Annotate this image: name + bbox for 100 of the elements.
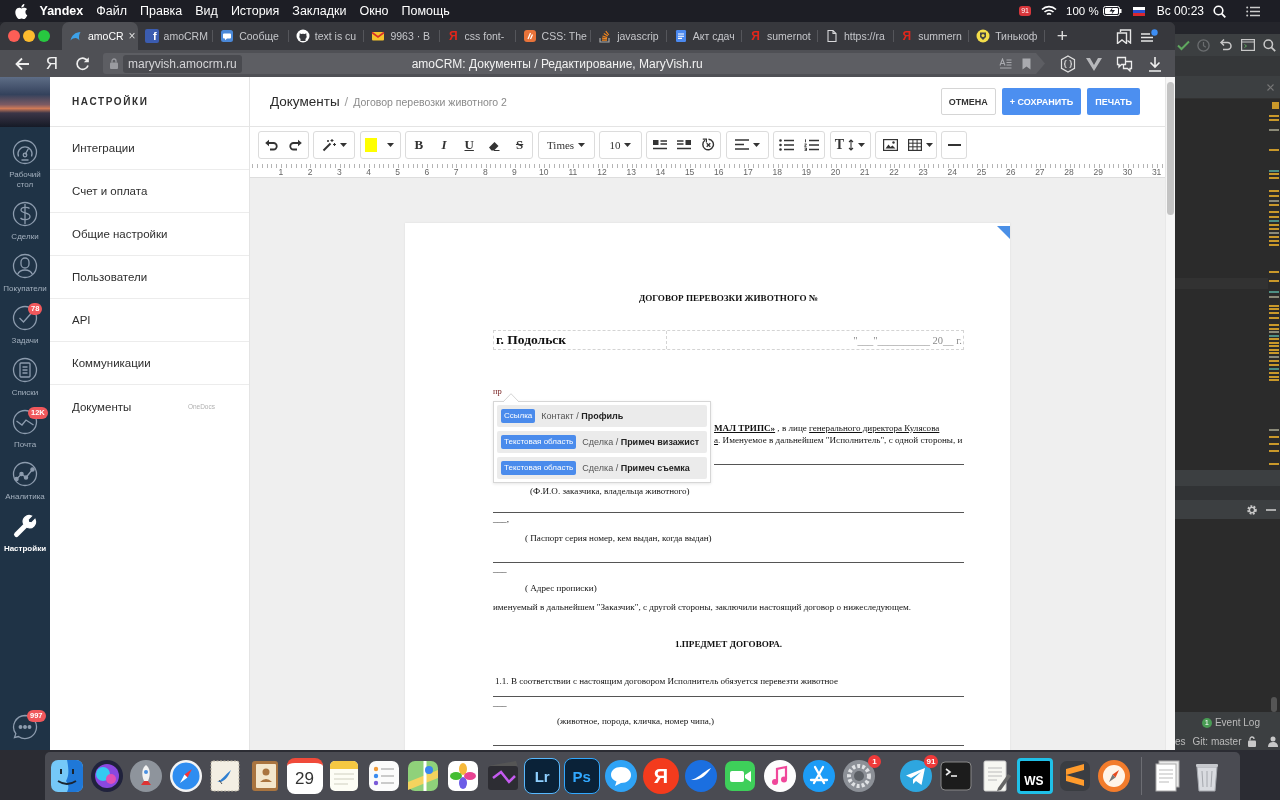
checkmark-icon[interactable] [1177, 39, 1190, 51]
browser-tab[interactable]: Я summern [893, 22, 970, 50]
search-icon[interactable] [1213, 4, 1226, 18]
bookmark-icon[interactable] [1022, 57, 1031, 70]
menu-item[interactable]: Помощь [395, 0, 457, 22]
music-note-icon[interactable] [761, 758, 798, 794]
browser-tab[interactable]: Акт сдач [666, 22, 743, 50]
browser-tab[interactable]: Сообще [213, 22, 289, 50]
minimize-window-button[interactable] [23, 30, 35, 42]
browser-tab[interactable]: 9963 · В [364, 22, 440, 50]
face-tile-icon[interactable] [49, 758, 85, 794]
ruler-number: 7 [453, 167, 459, 177]
browser-tab[interactable]: amoCR × [62, 22, 138, 50]
ruler-number: 10 [538, 167, 549, 177]
cancel-button[interactable]: ОТМЕНА [940, 88, 996, 115]
scrollbar-thumb[interactable] [1271, 697, 1277, 712]
settings-item[interactable]: Коммуникации [50, 342, 249, 385]
browser-tab[interactable]: https://ra [817, 22, 894, 50]
browser-tab[interactable]: Я css font- [439, 22, 516, 50]
font-family-dropdown[interactable]: Times [538, 131, 594, 158]
browser-tab[interactable]: Тинькоф [969, 22, 1045, 50]
field-type-tag: Ссылка [501, 409, 536, 423]
settings-item[interactable]: Общие настройки [50, 213, 249, 256]
menu-icon[interactable] [1140, 28, 1158, 44]
new-tab-button[interactable]: + [1056, 26, 1068, 46]
event-log-link[interactable]: Event Log [1214, 717, 1260, 728]
nav-item[interactable]: Сделки [0, 195, 50, 247]
compass-icon[interactable] [167, 758, 204, 794]
nav-item[interactable]: Списки [0, 351, 50, 403]
menu-item[interactable]: История [224, 0, 286, 22]
browser-tab[interactable]: javascrip [591, 22, 667, 50]
calendar-tile[interactable]: 29 [286, 758, 323, 794]
compass-dial-icon[interactable] [1096, 758, 1133, 794]
text-height-dropdown[interactable]: T [830, 131, 870, 158]
bookmarks-icon[interactable] [1116, 28, 1132, 44]
list-icon[interactable] [1246, 5, 1260, 17]
menu-item[interactable]: Окно [352, 0, 395, 22]
tab-close-button[interactable]: × [128, 29, 136, 43]
terminal-icon[interactable] [938, 758, 975, 794]
letter-tile[interactable]: Lr [524, 758, 561, 794]
battery-icon[interactable] [1102, 6, 1122, 16]
letter-tile[interactable]: WS [1017, 758, 1054, 794]
app-menu[interactable]: Yandex [33, 0, 90, 22]
gear-icon[interactable] [1246, 503, 1258, 516]
bullet-list-icon [779, 138, 795, 151]
speech-bubble-icon[interactable] [603, 758, 640, 794]
close-window-button[interactable] [8, 30, 20, 42]
flag-icon[interactable] [1132, 6, 1145, 16]
breadcrumb-link[interactable]: Документы [270, 94, 340, 109]
nav-item[interactable]: Покупатели [0, 247, 50, 299]
paper-plane-icon[interactable] [898, 758, 935, 794]
nav-item[interactable]: Настройки [0, 507, 50, 559]
person-icon[interactable] [1268, 736, 1279, 747]
rocket-icon[interactable] [128, 758, 165, 794]
menu-item[interactable]: Закладки [285, 0, 353, 22]
terminal-window-icon[interactable] [1241, 39, 1255, 51]
nav-item[interactable]: Рабочий стол [0, 133, 50, 195]
minimize-icon[interactable] [1266, 508, 1276, 511]
browser-tab[interactable]: f amoCRM [137, 22, 214, 50]
menu-item[interactable]: Вид [188, 0, 225, 22]
browser-tab[interactable]: text is cu [288, 22, 365, 50]
swoosh-icon[interactable] [682, 758, 719, 794]
search-icon[interactable] [1263, 38, 1276, 52]
suggestion-item[interactable]: Текстовая область Сделка / Примеч визажист [497, 431, 707, 453]
settings-item[interactable]: Интеграции [50, 127, 249, 170]
settings-item[interactable]: Счет и оплата [50, 170, 249, 213]
letter-tile[interactable]: Я [642, 758, 679, 794]
menu-item[interactable]: Файл [89, 0, 134, 22]
italic-button[interactable]: I [431, 131, 457, 158]
home-button[interactable]: Я [42, 53, 62, 74]
browser-tab[interactable]: CSS: The [515, 22, 592, 50]
letter-tile[interactable]: Ps [563, 758, 600, 794]
reader-mode-icon[interactable] [999, 57, 1012, 70]
v-shape-icon[interactable] [1086, 56, 1102, 71]
underline-button[interactable]: U [456, 131, 482, 158]
nav-item[interactable]: Аналитика [0, 455, 50, 507]
orb-icon[interactable] [88, 758, 125, 794]
apple-icon[interactable] [15, 3, 28, 19]
settings-item[interactable]: Пользователи [50, 256, 249, 299]
settings-item[interactable]: API [50, 299, 249, 342]
store-icon[interactable] [801, 758, 838, 794]
wifi-icon[interactable] [1041, 5, 1057, 17]
gear-icon[interactable] [840, 758, 877, 794]
undo-icon[interactable] [1219, 39, 1232, 51]
translate-icon[interactable] [1116, 55, 1133, 72]
menu-item[interactable]: Правка [133, 0, 189, 22]
lock-icon[interactable] [1248, 736, 1258, 747]
zoom-window-button[interactable] [38, 30, 50, 42]
browser-tab[interactable]: Я sumernot [742, 22, 818, 50]
download-icon[interactable] [1148, 55, 1162, 72]
strikethrough-button[interactable]: S [507, 131, 533, 158]
suggestion-item[interactable]: Текстовая область Сделка / Примеч съемка [497, 457, 707, 479]
font-size-dropdown[interactable]: 10 [599, 131, 641, 158]
scrollbar-thumb[interactable] [1167, 82, 1174, 215]
ruler-number: 25 [976, 167, 987, 177]
address-field[interactable]: maryvish.amocrm.ru amoCRM: Документы / Редактирование, MaryVish.ru [103, 53, 1045, 74]
bold-button[interactable]: B [406, 131, 432, 158]
code-extension-icon[interactable] [1060, 54, 1076, 73]
git-branch[interactable]: Git: master [1192, 736, 1242, 747]
suggestion-item[interactable]: Ссылка Контакт / Профиль [497, 405, 707, 427]
